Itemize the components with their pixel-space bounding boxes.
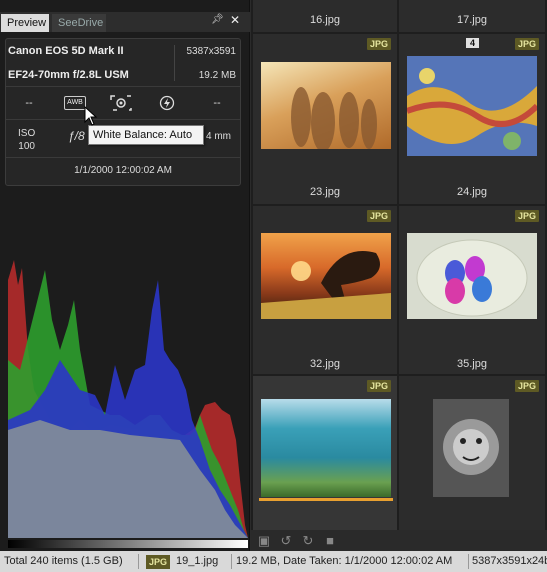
image-dimensions: 5387x3591x24b <box>472 555 547 567</box>
rating-badge: 4 <box>466 38 480 48</box>
thumbnail-cell[interactable]: JPG 32.jpg <box>253 206 397 374</box>
thumbnail-cell[interactable]: JPG 35.jpg <box>399 206 545 374</box>
file-size: 19.2 MB <box>198 70 236 81</box>
iso-label: ISO <box>18 128 36 139</box>
close-icon[interactable]: ✕ <box>230 13 240 27</box>
tab-seedrive[interactable]: SeeDrive <box>52 14 106 32</box>
thumbnail-name: 17.jpg <box>457 14 487 26</box>
thumbnail-name: 23.jpg <box>310 186 340 198</box>
divider <box>231 554 232 569</box>
thumbnail-image <box>261 62 391 149</box>
mouse-cursor-icon <box>84 106 98 126</box>
rotate-right-icon[interactable]: ↻ <box>301 534 315 548</box>
image-resolution: 5387x3591 <box>186 46 237 57</box>
tone-gradient <box>8 540 248 548</box>
thumbnail-image <box>407 233 537 319</box>
camera-model: Canon EOS 5D Mark II <box>8 45 124 57</box>
thumbnail-image <box>261 399 391 497</box>
thumbnail-image <box>261 233 391 319</box>
format-badge: JPG <box>514 380 539 392</box>
format-badge: JPG <box>366 380 391 392</box>
divider <box>6 119 240 120</box>
pin-icon[interactable]: 📌︎ <box>211 14 224 25</box>
exposure-mode: -- <box>25 97 33 109</box>
total-items: Total 240 items (1.5 GB) <box>4 555 123 567</box>
awb-label: AWB <box>64 96 86 110</box>
thumbnail-cell[interactable]: JPG <box>399 376 545 530</box>
file-details: 19.2 MB, Date Taken: 1/1/2000 12:00:02 A… <box>236 555 453 567</box>
divider <box>6 157 240 158</box>
save-icon[interactable]: ▣ <box>257 534 271 548</box>
thumbnail-toolbar: ▣ ↺ ↻ ■ <box>251 530 547 551</box>
focal-length: 4 mm <box>206 131 231 142</box>
lens-model: EF24-70mm f/2.8L USM <box>8 69 129 81</box>
thumbnail-cell[interactable]: 16.jpg <box>253 0 397 32</box>
thumbnail-cell[interactable]: 17.jpg <box>399 0 545 32</box>
thumbnail-name: 16.jpg <box>310 14 340 26</box>
fullscreen-icon[interactable]: ■ <box>323 534 337 548</box>
iso-number: 100 <box>18 141 35 152</box>
exposure-compensation: -- <box>213 97 221 109</box>
selection-bar <box>259 498 393 501</box>
tooltip: White Balance: Auto <box>88 125 204 145</box>
app-window: Preview SeeDrive 📌︎ ✕ Canon EOS 5D Mark … <box>0 0 547 572</box>
tab-preview[interactable]: Preview <box>1 14 49 32</box>
divider <box>468 554 469 569</box>
thumbnail-image <box>433 399 509 497</box>
format-badge: JPG <box>146 555 171 569</box>
divider <box>174 45 175 81</box>
status-bar: Total 240 items (1.5 GB) JPG 19_1.jpg 19… <box>0 551 547 572</box>
current-file: 19_1.jpg <box>176 555 219 567</box>
thumbnail-cell[interactable]: JPG <box>253 376 397 530</box>
flash-off-icon[interactable] <box>144 91 190 115</box>
thumbnail-grid: 16.jpg 17.jpg JPG 23.jpg 4 JPG 24.jpg JP… <box>251 0 547 530</box>
divider <box>138 554 139 569</box>
thumbnail-name: 35.jpg <box>457 358 487 370</box>
format-badge: JPG <box>366 38 391 50</box>
aperture-value: ƒ/8 <box>68 129 85 143</box>
exif-info-box: Canon EOS 5D Mark II 5387x3591 EF24-70mm… <box>5 38 241 186</box>
rotate-left-icon[interactable]: ↺ <box>279 534 293 548</box>
thumbnail-cell[interactable]: 4 JPG 24.jpg <box>399 34 545 204</box>
format-badge: JPG <box>514 38 539 50</box>
preview-panel: Preview SeeDrive 📌︎ ✕ Canon EOS 5D Mark … <box>0 0 250 551</box>
thumbnail-cell[interactable]: JPG 23.jpg <box>253 34 397 204</box>
thumbnail-image <box>407 56 537 156</box>
metering-icon[interactable] <box>98 91 144 115</box>
iso-value: ISO 100 <box>18 127 35 153</box>
thumbnail-name: 24.jpg <box>457 186 487 198</box>
thumbnail-name: 32.jpg <box>310 358 340 370</box>
date-taken: 1/1/2000 12:00:02 AM <box>74 165 172 176</box>
format-badge: JPG <box>366 210 391 222</box>
histogram <box>8 260 248 538</box>
format-badge: JPG <box>514 210 539 222</box>
divider <box>6 86 240 87</box>
